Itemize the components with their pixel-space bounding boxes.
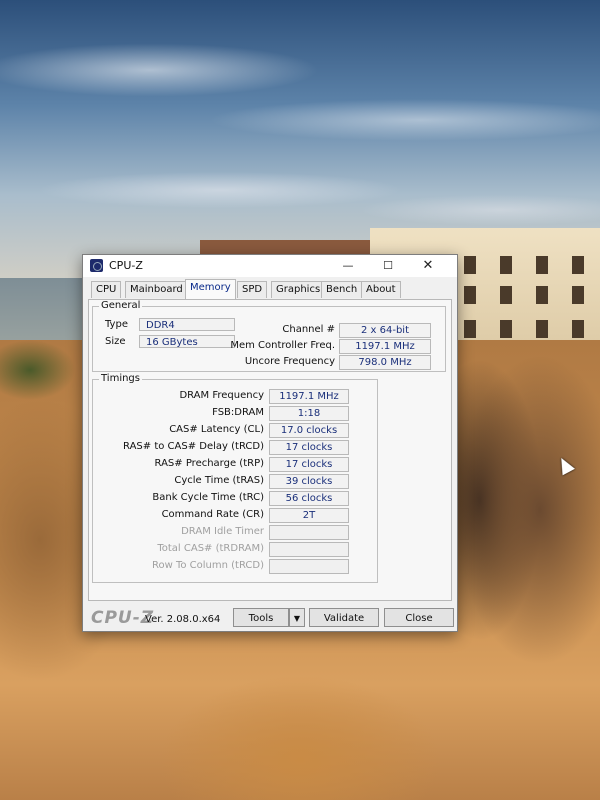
cycle-time-value: 39 clocks <box>269 474 349 489</box>
ras-to-cas-value: 17 clocks <box>269 440 349 455</box>
type-label: Type <box>105 319 128 330</box>
general-group: General Type DDR4 Size 16 GBytes Channel… <box>92 300 446 372</box>
timings-group: Timings DRAM Frequency 1197.1 MHz FSB:DR… <box>92 373 378 583</box>
row-to-column-value <box>269 559 349 574</box>
cpuz-app-icon <box>90 259 103 272</box>
row-to-column-label: Row To Column (tRCD) <box>151 560 264 571</box>
fsb-dram-value: 1:18 <box>269 406 349 421</box>
trees <box>0 340 80 460</box>
channel-label: Channel # <box>282 324 335 335</box>
validate-button[interactable]: Validate <box>309 608 379 627</box>
window-title: CPU-Z <box>109 259 143 272</box>
channel-value: 2 x 64-bit <box>339 323 431 338</box>
cycle-time-label: Cycle Time (tRAS) <box>174 475 264 486</box>
tab-graphics[interactable]: Graphics <box>271 281 326 298</box>
dram-frequency-label: DRAM Frequency <box>179 390 264 401</box>
maximize-button[interactable]: ☐ <box>379 257 397 275</box>
uncore-frequency-value: 798.0 MHz <box>339 355 431 370</box>
memory-panel: General Type DDR4 Size 16 GBytes Channel… <box>88 299 452 601</box>
footer-bar: CPU-Z Ver. 2.08.0.x64 Tools ▼ Validate C… <box>83 605 457 631</box>
dram-idle-timer-label: DRAM Idle Timer <box>181 526 264 537</box>
general-title: General <box>99 300 143 311</box>
command-rate-value: 2T <box>269 508 349 523</box>
tools-button[interactable]: Tools <box>233 608 289 627</box>
dram-idle-timer-value <box>269 525 349 540</box>
timings-title: Timings <box>99 373 142 384</box>
tab-cpu[interactable]: CPU <box>91 281 122 298</box>
tab-spd[interactable]: SPD <box>237 281 268 298</box>
bank-cycle-time-value: 56 clocks <box>269 491 349 506</box>
close-window-button[interactable]: ✕ <box>419 257 437 275</box>
version-text: Ver. 2.08.0.x64 <box>145 614 221 625</box>
tab-mainboard[interactable]: Mainboard <box>125 281 188 298</box>
command-rate-label: Command Rate (CR) <box>161 509 264 520</box>
total-cas-label: Total CAS# (tRDRAM) <box>157 543 264 554</box>
total-cas-value <box>269 542 349 557</box>
cas-latency-value: 17.0 clocks <box>269 423 349 438</box>
fsb-dram-label: FSB:DRAM <box>212 407 264 418</box>
ras-to-cas-label: RAS# to CAS# Delay (tRCD) <box>123 441 264 452</box>
tab-bar: CPU Mainboard Memory SPD Graphics Bench … <box>91 279 451 299</box>
size-value: 16 GBytes <box>139 335 235 348</box>
tools-dropdown-arrow-icon[interactable]: ▼ <box>289 608 305 627</box>
tab-bench[interactable]: Bench <box>321 281 363 298</box>
cpuz-window: CPU-Z — ☐ ✕ CPU Mainboard Memory SPD Gra… <box>82 254 458 632</box>
tab-about[interactable]: About <box>361 281 401 298</box>
mem-controller-freq-label: Mem Controller Freq. <box>230 340 335 351</box>
uncore-frequency-label: Uncore Frequency <box>244 356 335 367</box>
dram-frequency-value: 1197.1 MHz <box>269 389 349 404</box>
minimize-button[interactable]: — <box>339 257 357 275</box>
mem-controller-freq-value: 1197.1 MHz <box>339 339 431 354</box>
ras-precharge-value: 17 clocks <box>269 457 349 472</box>
tab-memory[interactable]: Memory <box>185 279 236 299</box>
title-bar[interactable]: CPU-Z — ☐ ✕ <box>83 255 457 277</box>
close-button[interactable]: Close <box>384 608 454 627</box>
ras-precharge-label: RAS# Precharge (tRP) <box>154 458 264 469</box>
size-label: Size <box>105 336 126 347</box>
cas-latency-label: CAS# Latency (CL) <box>169 424 264 435</box>
type-value: DDR4 <box>139 318 235 331</box>
bank-cycle-time-label: Bank Cycle Time (tRC) <box>152 492 264 503</box>
distant-hills <box>0 278 90 348</box>
